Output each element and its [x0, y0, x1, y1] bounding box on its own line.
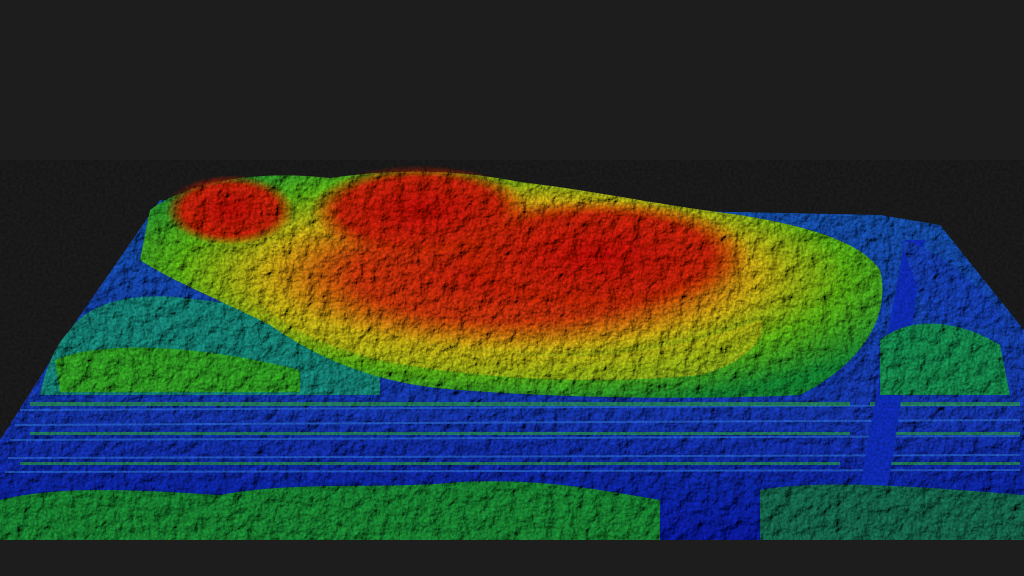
lidar-viewport: [0, 0, 1024, 576]
point-cloud-render: [0, 160, 1024, 540]
texture-overlay: [0, 160, 1024, 540]
